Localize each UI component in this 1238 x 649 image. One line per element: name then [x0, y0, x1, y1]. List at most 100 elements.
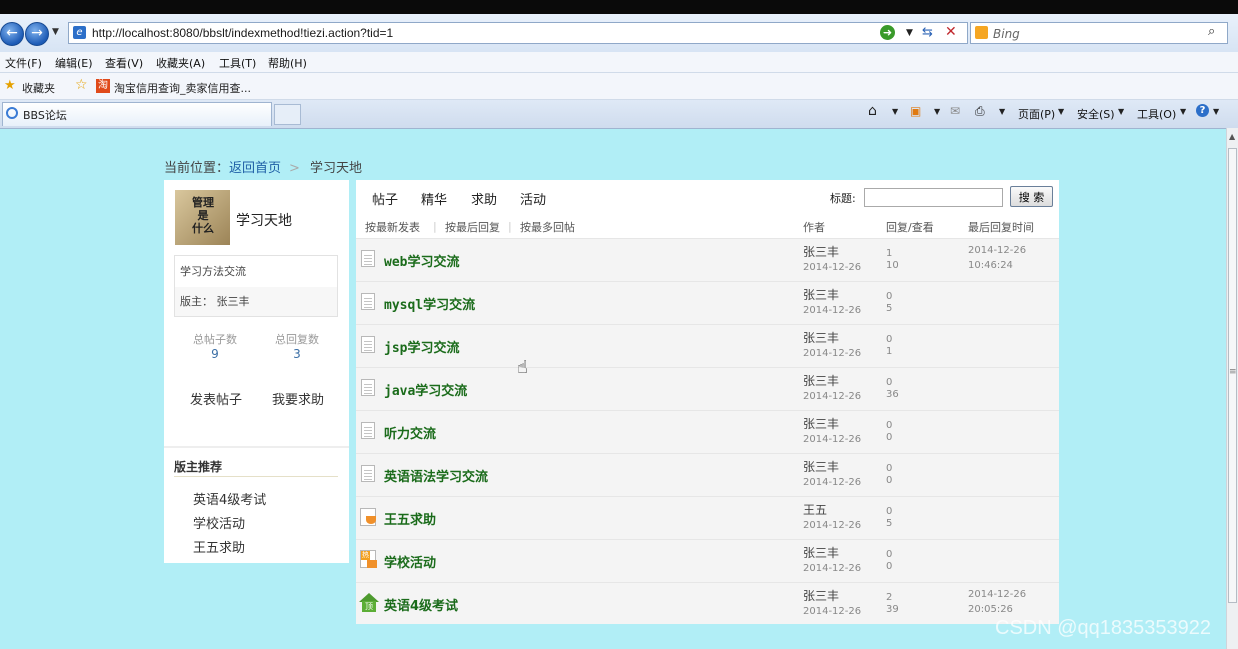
search-placeholder[interactable]: Bing: [993, 27, 1020, 41]
board-logo-line: 什么: [192, 222, 214, 235]
menu-file[interactable]: 文件(F): [5, 55, 42, 71]
last-reply-date: 2014-12-26: [968, 589, 1027, 600]
search-title-label: 标题:: [830, 192, 856, 205]
home-icon[interactable]: ⌂: [868, 103, 877, 119]
favorite-link[interactable]: 淘宝信用查询_卖家信用查...: [114, 80, 251, 96]
post-views: 5: [886, 518, 893, 529]
last-reply-time: 10:46:24: [968, 260, 1013, 271]
post-date: 2014-12-26: [803, 477, 862, 488]
post-title-link[interactable]: 王五求助: [384, 509, 436, 528]
post-title-link[interactable]: web学习交流: [384, 251, 459, 270]
recommend-item[interactable]: 英语4级考试: [193, 489, 266, 508]
table-row[interactable]: [356, 324, 1059, 367]
table-row[interactable]: [356, 582, 1059, 625]
sort-newest[interactable]: 按最新发表: [365, 219, 420, 235]
ask-help-button[interactable]: 我要求助: [272, 389, 324, 408]
compatibility-icon[interactable]: ➜: [880, 25, 895, 40]
help-post-icon: [360, 508, 378, 526]
divider: [164, 446, 349, 448]
tab-title: BBS论坛: [23, 109, 67, 122]
tool-safety[interactable]: 安全(S): [1077, 106, 1115, 122]
post-title-link[interactable]: 英语4级考试: [384, 595, 458, 614]
help-dropdown-icon[interactable]: ▼: [1213, 107, 1219, 116]
post-date: 2014-12-26: [803, 348, 862, 359]
print-dropdown-icon[interactable]: ▼: [999, 107, 1005, 116]
top-post-icon: 顶: [359, 593, 379, 613]
table-row[interactable]: [356, 496, 1059, 539]
post-author[interactable]: 张三丰: [803, 544, 839, 561]
post-author[interactable]: 张三丰: [803, 243, 839, 260]
page-dropdown-icon[interactable]: ▼: [1058, 107, 1064, 116]
post-date: 2014-12-26: [803, 262, 862, 273]
table-row[interactable]: [356, 410, 1059, 453]
favorites-button[interactable]: 收藏夹: [22, 80, 55, 96]
safety-dropdown-icon[interactable]: ▼: [1118, 107, 1124, 116]
feeds-icon[interactable]: ▣: [910, 104, 921, 118]
post-replies: 0: [886, 463, 893, 474]
table-row[interactable]: [356, 238, 1059, 281]
post-views: 5: [886, 303, 893, 314]
search-button[interactable]: 搜 索: [1010, 186, 1053, 207]
breadcrumb-current: 学习天地: [309, 161, 362, 176]
breadcrumb-home-link[interactable]: 返回首页: [229, 161, 281, 176]
post-replies: 0: [886, 549, 893, 560]
post-author[interactable]: 张三丰: [803, 587, 839, 604]
stop-icon[interactable]: ✕: [945, 24, 957, 40]
sort-most-replies[interactable]: 按最多回帖: [520, 219, 575, 235]
mail-icon[interactable]: ✉: [950, 104, 960, 118]
tool-page[interactable]: 页面(P): [1018, 106, 1055, 122]
scroll-up-icon[interactable]: ▲: [1229, 132, 1235, 141]
back-button[interactable]: ←: [0, 22, 24, 46]
stat-value: 9: [211, 347, 219, 361]
recommend-item[interactable]: 王五求助: [193, 537, 245, 556]
post-title-link[interactable]: jsp学习交流: [384, 337, 459, 356]
post-title-link[interactable]: 英语语法学习交流: [384, 466, 488, 485]
post-author[interactable]: 王五: [803, 501, 827, 518]
post-author[interactable]: 张三丰: [803, 458, 839, 475]
feeds-dropdown-icon[interactable]: ▼: [934, 107, 940, 116]
stat-total-replies: 总回复数 3: [262, 331, 332, 361]
menu-favorites[interactable]: 收藏夹(A): [156, 55, 205, 71]
post-author[interactable]: 张三丰: [803, 286, 839, 303]
tab-help[interactable]: 求助: [471, 189, 497, 208]
menu-tools[interactable]: 工具(T): [219, 55, 256, 71]
column-reply-view: 回复/查看: [886, 221, 934, 234]
search-title-input[interactable]: [864, 188, 1003, 207]
new-tab-button[interactable]: [274, 104, 301, 125]
search-icon[interactable]: ⌕: [1208, 24, 1215, 39]
post-doc-icon: [361, 293, 375, 310]
board-name: 学习天地: [236, 213, 292, 229]
post-author[interactable]: 张三丰: [803, 415, 839, 432]
add-favorite-icon[interactable]: ☆: [75, 77, 88, 93]
forward-button[interactable]: →: [25, 22, 49, 46]
history-dropdown-icon[interactable]: ▼: [52, 27, 59, 37]
print-icon[interactable]: ⎙: [975, 104, 985, 119]
home-dropdown-icon[interactable]: ▼: [892, 107, 898, 116]
tool-tools[interactable]: 工具(O): [1137, 106, 1176, 122]
new-post-button[interactable]: 发表帖子: [190, 389, 242, 408]
sort-last-reply[interactable]: 按最后回复: [445, 219, 500, 235]
tools-dropdown-icon[interactable]: ▼: [1180, 107, 1186, 116]
post-title-link[interactable]: java学习交流: [384, 380, 467, 399]
stat-label: 总回复数: [275, 333, 319, 346]
recommend-item[interactable]: 学校活动: [193, 513, 245, 532]
tab-featured[interactable]: 精华: [421, 189, 447, 208]
tab-activity[interactable]: 活动: [520, 189, 546, 208]
table-row[interactable]: [356, 539, 1059, 582]
post-title-link[interactable]: mysql学习交流: [384, 294, 475, 313]
refresh-icon[interactable]: ⇆: [922, 25, 933, 40]
post-date: 2014-12-26: [803, 305, 862, 316]
tab-posts[interactable]: 帖子: [372, 189, 398, 208]
menu-edit[interactable]: 编辑(E): [55, 55, 93, 71]
post-author[interactable]: 张三丰: [803, 372, 839, 389]
menu-help[interactable]: 帮助(H): [268, 55, 307, 71]
post-title-link[interactable]: 听力交流: [384, 423, 436, 442]
board-logo-line: 管理: [192, 196, 214, 209]
post-title-link[interactable]: 学校活动: [384, 552, 436, 571]
address-text[interactable]: http://localhost:8080/bbslt/indexmethod!…: [92, 26, 393, 40]
help-icon[interactable]: ?: [1196, 104, 1209, 117]
menu-view[interactable]: 查看(V): [105, 55, 143, 71]
address-dropdown-icon[interactable]: ▼: [906, 28, 913, 38]
post-views: 36: [886, 389, 899, 400]
post-author[interactable]: 张三丰: [803, 329, 839, 346]
